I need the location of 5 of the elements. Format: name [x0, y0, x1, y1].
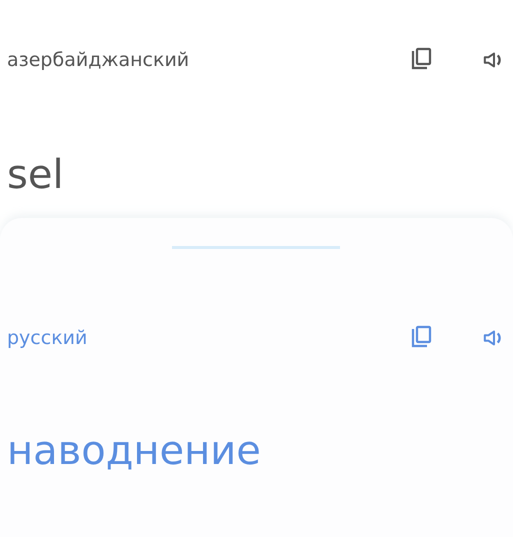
drag-handle[interactable] — [172, 246, 340, 249]
translation-text: наводнение — [7, 428, 262, 474]
language-label: азербайджанский — [7, 49, 190, 71]
language-label: русский — [7, 327, 88, 349]
source-text: sel — [7, 152, 65, 198]
